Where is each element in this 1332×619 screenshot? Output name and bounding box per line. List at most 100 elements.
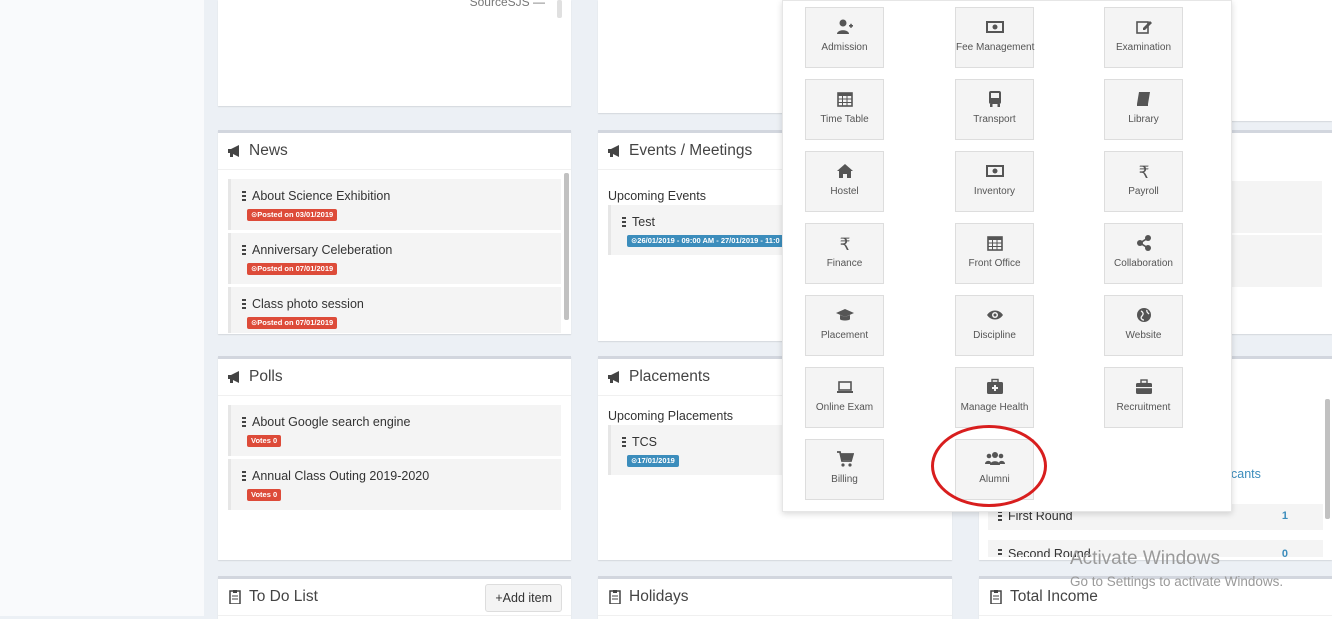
tile-label: Transport <box>973 114 1016 125</box>
tile-front-office[interactable]: Front Office <box>955 223 1034 284</box>
bullhorn-icon <box>608 145 619 157</box>
polls-header: Polls <box>218 359 571 396</box>
briefcase-icon <box>1135 379 1152 394</box>
tile-label: Front Office <box>968 258 1021 269</box>
tile-billing[interactable]: Billing <box>805 439 884 500</box>
todo-panel: To Do List +Add item <box>218 576 571 619</box>
tile-time-table[interactable]: Time Table <box>805 79 884 140</box>
drag-handle-icon[interactable] <box>998 511 1002 521</box>
tile-manage-health[interactable]: Manage Health <box>955 367 1034 428</box>
drag-handle-icon[interactable] <box>242 191 246 201</box>
tile-transport[interactable]: Transport <box>955 79 1034 140</box>
tile-label: Collaboration <box>1114 258 1173 269</box>
calendar-icon <box>836 92 853 107</box>
rupee-icon: ₹ <box>839 235 850 252</box>
tile-label: Billing <box>831 474 858 485</box>
tile-discipline[interactable]: Discipline <box>955 295 1034 356</box>
bus-icon <box>988 91 1001 107</box>
rupee-icon: ₹ <box>1138 163 1149 180</box>
event-date-badge: ⊙26/01/2019 - 09:00 AM - 27/01/2019 - 11… <box>627 235 784 247</box>
news-item[interactable]: About Science Exhibition ⊙Posted on 03/0… <box>228 179 561 230</box>
drag-handle-icon[interactable] <box>622 217 626 227</box>
holidays-title: Holidays <box>629 588 689 605</box>
tile-fee-management[interactable]: Fee Management <box>955 7 1034 68</box>
tile-examination[interactable]: Examination <box>1104 7 1183 68</box>
drag-handle-icon[interactable] <box>242 299 246 309</box>
drag-handle-icon[interactable] <box>242 417 246 427</box>
scrollbar[interactable] <box>557 0 562 18</box>
upcoming-events-heading: Upcoming Events <box>608 189 706 203</box>
tile-website[interactable]: Website <box>1104 295 1183 356</box>
tile-label: Library <box>1128 114 1159 125</box>
bullhorn-icon <box>608 371 619 383</box>
vacancies-link[interactable]: cants <box>1231 467 1261 481</box>
events-title: Events / Meetings <box>629 142 753 159</box>
calendar-icon <box>986 236 1003 251</box>
bullhorn-icon <box>228 371 239 383</box>
vacancies-scrollbar[interactable] <box>1325 399 1330 519</box>
drag-handle-icon[interactable] <box>622 437 626 447</box>
news-header: News <box>218 133 571 170</box>
globe-icon <box>1136 308 1151 322</box>
top-left-panel: SourceSJS — <box>218 0 571 106</box>
votes-badge: Votes 0 <box>247 435 282 447</box>
poll-item[interactable]: About Google search engine Votes 0 <box>228 405 561 456</box>
home-icon <box>836 164 853 178</box>
round-count: 1 <box>1281 510 1288 522</box>
tile-hostel[interactable]: Hostel <box>805 151 884 212</box>
svg-text:₹: ₹ <box>839 235 850 252</box>
money-icon <box>985 21 1004 33</box>
event-item-title: Test <box>632 215 655 229</box>
news-date-badge: ⊙Posted on 07/01/2019 <box>247 263 338 275</box>
news-item[interactable]: Class photo session ⊙Posted on 07/01/201… <box>228 287 561 333</box>
news-panel: News About Science Exhibition ⊙Posted on… <box>218 130 571 334</box>
tile-label: Online Exam <box>815 402 874 413</box>
tile-label: Manage Health <box>960 402 1029 413</box>
clipboard-icon <box>229 590 241 604</box>
votes-badge: Votes 0 <box>247 489 282 501</box>
news-scrollbar[interactable] <box>564 173 569 320</box>
edit-icon <box>1135 21 1152 34</box>
tile-label: Website <box>1125 330 1162 341</box>
money-icon <box>985 165 1004 177</box>
round-count: 0 <box>1281 548 1288 557</box>
news-title: News <box>249 142 288 159</box>
tile-online-exam[interactable]: Online Exam <box>805 367 884 428</box>
news-date-badge: ⊙Posted on 07/01/2019 <box>247 317 338 329</box>
tile-payroll[interactable]: ₹ Payroll <box>1104 151 1183 212</box>
placement-date-badge: ⊙17/01/2019 <box>627 455 679 467</box>
placement-item-title: TCS <box>632 435 657 449</box>
medkit-icon <box>986 378 1003 394</box>
holidays-panel: Holidays <box>598 576 952 619</box>
drag-handle-icon[interactable] <box>242 471 246 481</box>
todo-title: To Do List <box>249 588 318 605</box>
drag-handle-icon[interactable] <box>242 245 246 255</box>
book-icon <box>1136 92 1150 106</box>
bullhorn-icon <box>228 145 239 157</box>
user-plus-icon <box>836 19 853 34</box>
news-item-title: Class photo session <box>252 297 364 311</box>
tile-finance[interactable]: ₹ Finance <box>805 223 884 284</box>
tile-recruitment[interactable]: Recruitment <box>1104 367 1183 428</box>
tile-inventory[interactable]: Inventory <box>955 151 1034 212</box>
news-item-title: Anniversary Celeberation <box>252 243 393 257</box>
tile-placement[interactable]: Placement <box>805 295 884 356</box>
tile-label: Payroll <box>1128 186 1159 197</box>
tile-collaboration[interactable]: Collaboration <box>1104 223 1183 284</box>
add-item-button[interactable]: +Add item <box>485 584 562 612</box>
drag-handle-icon[interactable] <box>998 549 1002 557</box>
tile-label: Admission <box>821 42 868 53</box>
left-sidebar <box>0 0 204 616</box>
tile-label: Fee Management <box>956 42 1035 53</box>
tile-library[interactable]: Library <box>1104 79 1183 140</box>
source-text: SourceSJS — <box>469 0 545 9</box>
clipboard-icon <box>609 590 621 604</box>
poll-item-title: Annual Class Outing 2019-2020 <box>252 469 430 483</box>
tile-label: Placement <box>820 330 869 341</box>
cart-icon <box>836 451 854 467</box>
eye-icon <box>986 310 1003 320</box>
holidays-header: Holidays <box>598 579 952 616</box>
news-item[interactable]: Anniversary Celeberation ⊙Posted on 07/0… <box>228 233 561 284</box>
poll-item[interactable]: Annual Class Outing 2019-2020 Votes 0 <box>228 459 561 510</box>
tile-admission[interactable]: Admission <box>805 7 884 68</box>
